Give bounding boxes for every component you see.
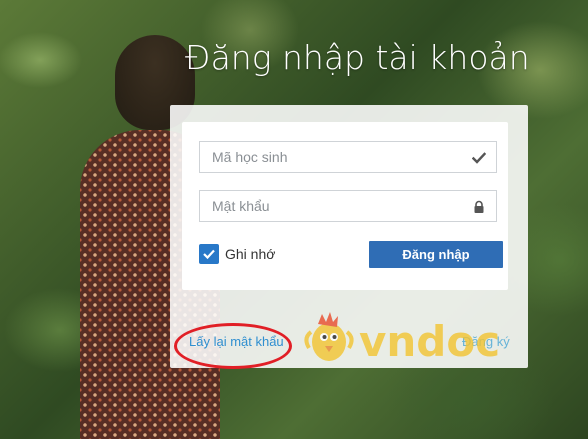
password-input[interactable] xyxy=(200,191,462,221)
forgot-password-link[interactable]: Lấy lại mật khẩu xyxy=(189,334,284,349)
remember-label: Ghi nhớ xyxy=(225,246,276,262)
student-id-input[interactable] xyxy=(200,142,462,172)
register-link[interactable]: Đăng ký xyxy=(462,334,510,349)
lock-icon xyxy=(474,200,484,213)
check-icon xyxy=(472,152,486,164)
login-button[interactable]: Đăng nhập xyxy=(369,241,503,268)
login-panel: Ghi nhớ Đăng nhập Lấy lại mật khẩu Đăng … xyxy=(170,105,528,368)
student-id-field[interactable] xyxy=(199,141,497,173)
login-form: Ghi nhớ Đăng nhập xyxy=(182,122,508,290)
remember-checkbox[interactable] xyxy=(199,244,219,264)
checkmark-icon xyxy=(203,249,215,260)
password-field[interactable] xyxy=(199,190,497,222)
remember-me[interactable]: Ghi nhớ xyxy=(199,243,275,265)
page-title: Đăng nhập tài khoản xyxy=(185,38,530,77)
